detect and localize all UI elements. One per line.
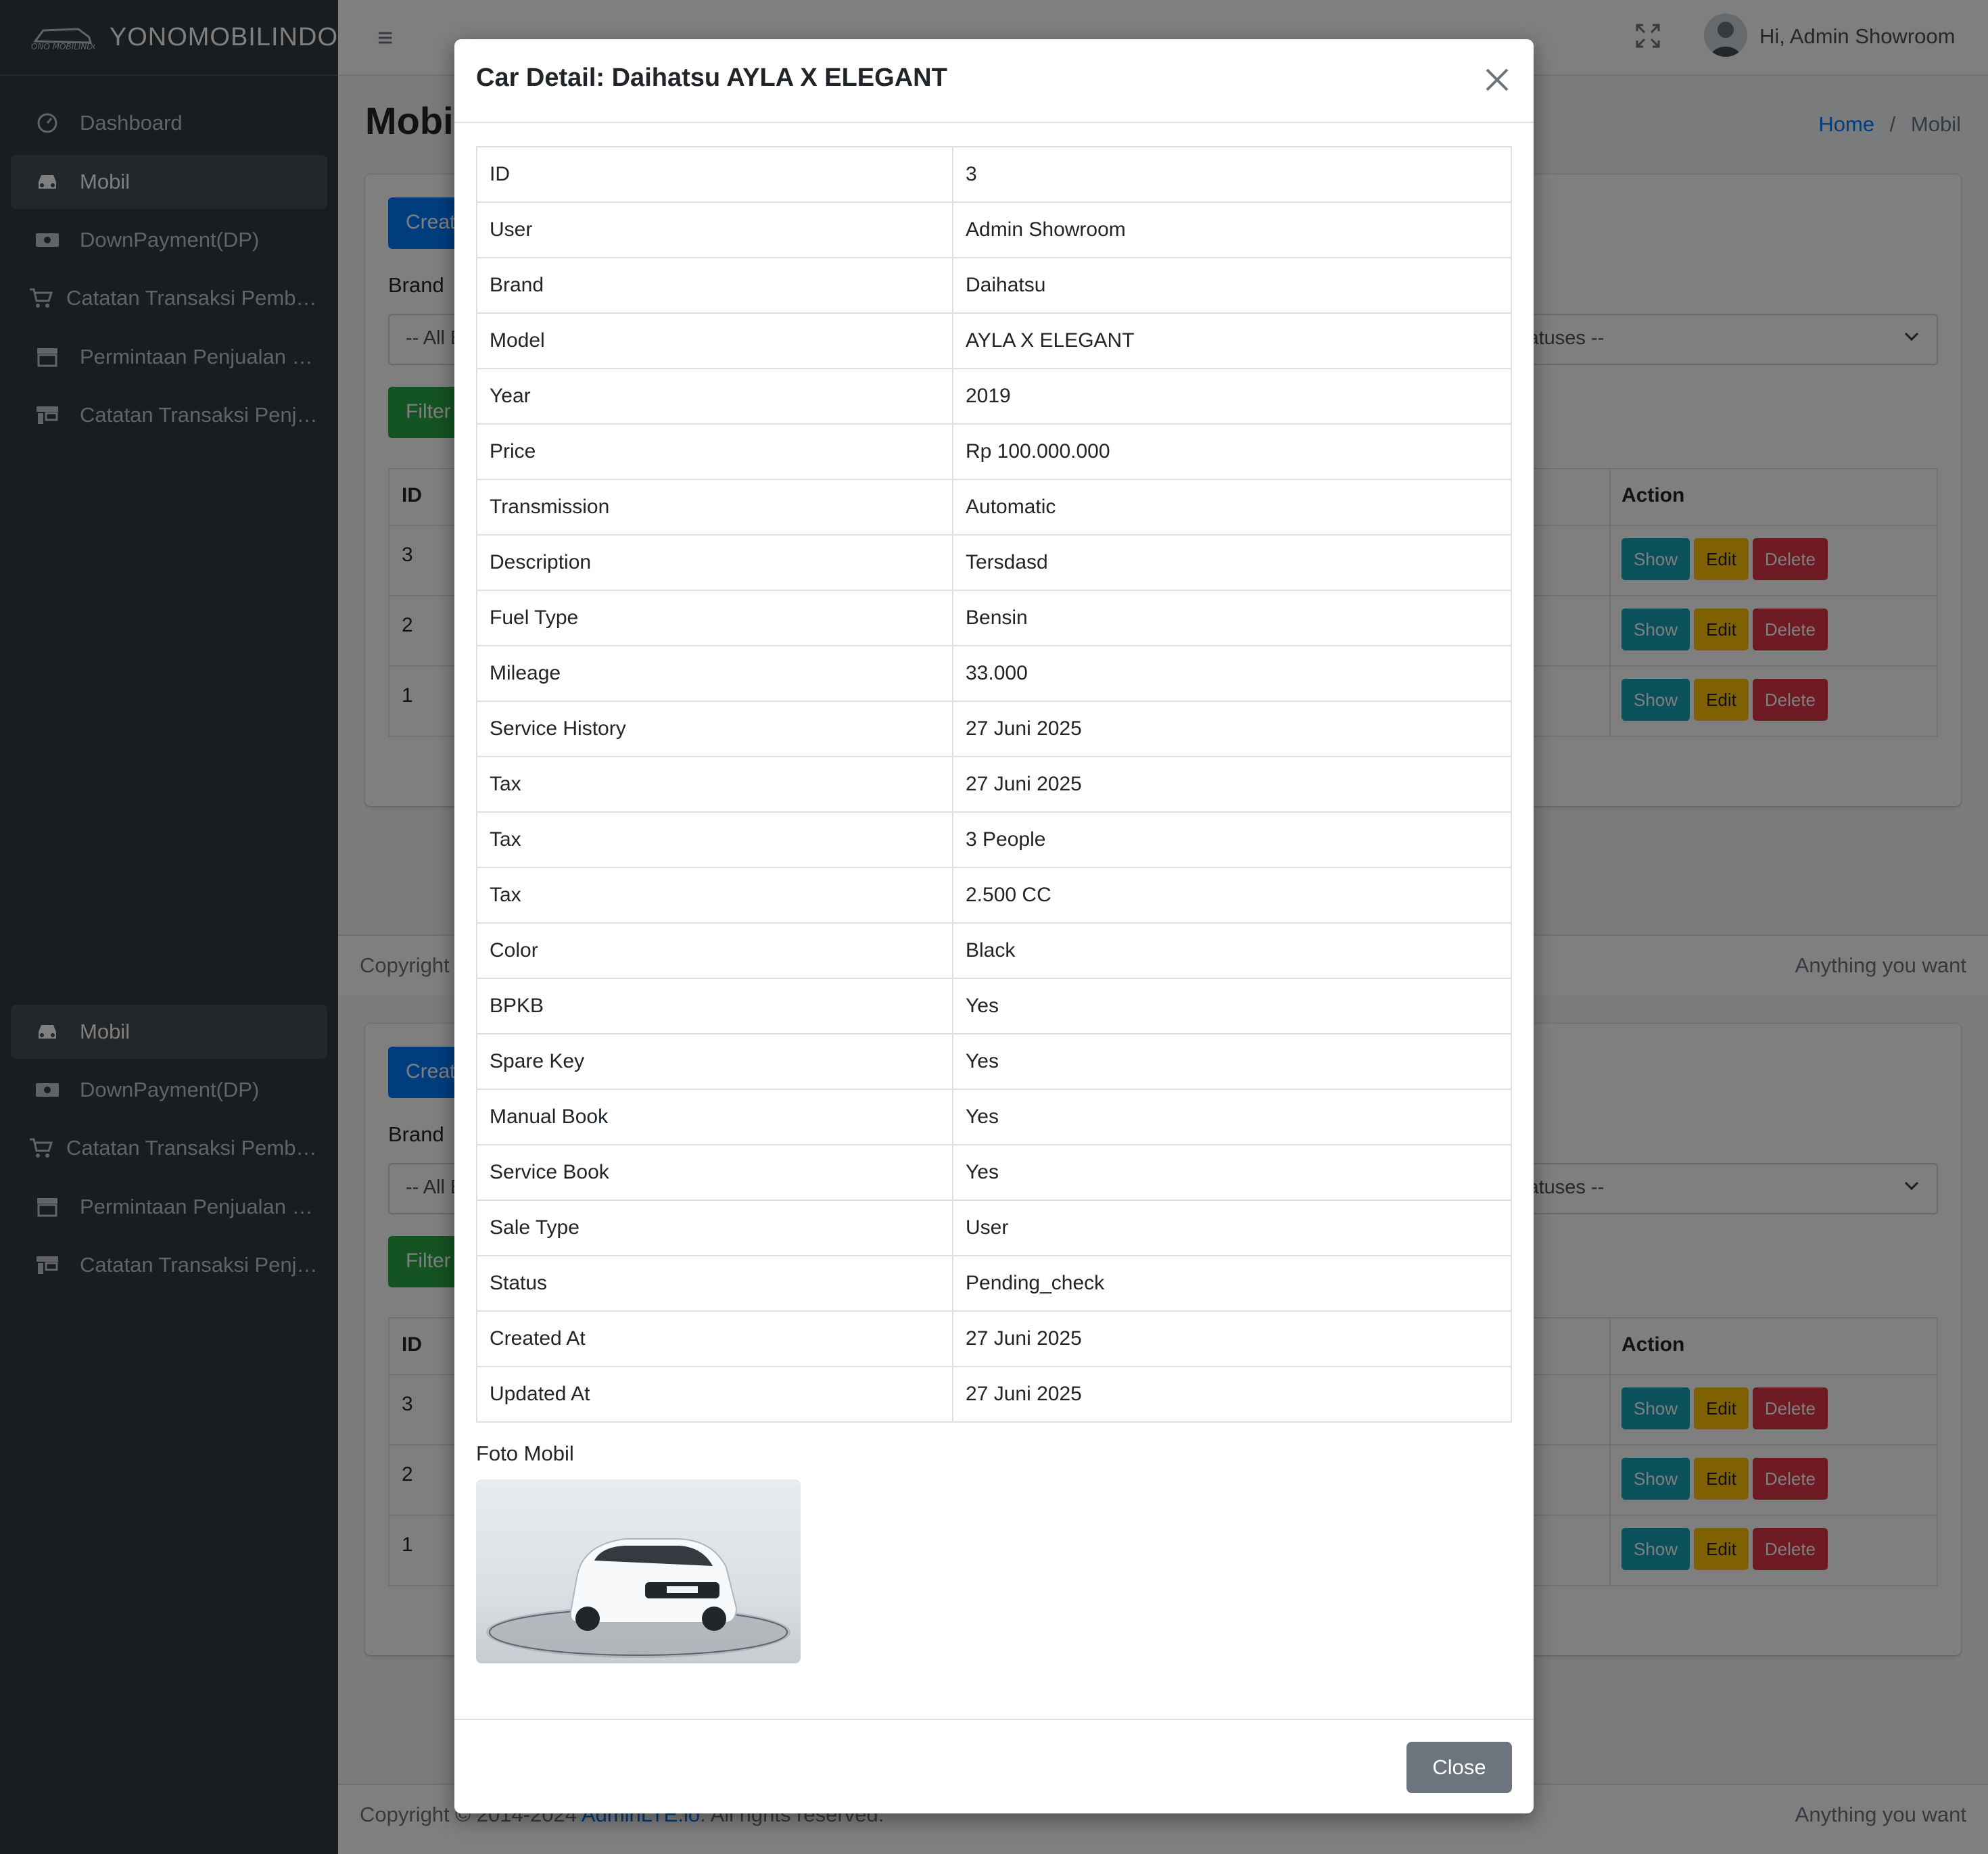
detail-row: Status Pending_check	[476, 1255, 1512, 1312]
detail-row: Created At 27 Juni 2025	[476, 1310, 1512, 1367]
detail-value: 27 Juni 2025	[952, 756, 1512, 813]
detail-key: Fuel Type	[476, 590, 953, 646]
detail-key: Status	[476, 1255, 953, 1312]
car-detail-table: ID 3 User Admin Showroom Brand Daihatsu Model A…	[476, 146, 1512, 1423]
detail-value: 2019	[952, 368, 1512, 425]
detail-value: Bensin	[952, 590, 1512, 646]
detail-row: User Admin Showroom	[476, 201, 1512, 258]
close-button[interactable]: Close	[1406, 1742, 1512, 1793]
detail-key: Price	[476, 423, 953, 480]
detail-row: BPKB Yes	[476, 978, 1512, 1035]
detail-value: User	[952, 1199, 1512, 1256]
detail-value: Pending_check	[952, 1255, 1512, 1312]
detail-key: Description	[476, 534, 953, 591]
car-detail-modal: Car Detail: Daihatsu AYLA X ELEGANT ID 3 U…	[454, 39, 1534, 1813]
detail-key: Updated At	[476, 1366, 953, 1423]
detail-key: Color	[476, 922, 953, 979]
detail-value: Rp 100.000.000	[952, 423, 1512, 480]
detail-value: 2.500 CC	[952, 867, 1512, 924]
close-icon[interactable]	[1477, 60, 1517, 100]
detail-key: Manual Book	[476, 1089, 953, 1145]
detail-value: Yes	[952, 1089, 1512, 1145]
detail-row: Spare Key Yes	[476, 1033, 1512, 1090]
detail-value: Yes	[952, 1144, 1512, 1201]
detail-key: Tax	[476, 756, 953, 813]
detail-value: AYLA X ELEGANT	[952, 312, 1512, 369]
detail-value: Yes	[952, 978, 1512, 1035]
detail-row: Service History 27 Juni 2025	[476, 700, 1512, 757]
detail-key: User	[476, 201, 953, 258]
detail-key: Service Book	[476, 1144, 953, 1201]
detail-key: Sale Type	[476, 1199, 953, 1256]
detail-row: Tax 3 People	[476, 811, 1512, 868]
detail-row: Fuel Type Bensin	[476, 590, 1512, 646]
detail-value: 27 Juni 2025	[952, 1366, 1512, 1423]
detail-row: Mileage 33.000	[476, 645, 1512, 702]
detail-row: Price Rp 100.000.000	[476, 423, 1512, 480]
detail-row: Tax 27 Juni 2025	[476, 756, 1512, 813]
modal-footer: Close	[454, 1719, 1534, 1813]
detail-key: Model	[476, 312, 953, 369]
detail-row: Brand Daihatsu	[476, 257, 1512, 314]
detail-key: BPKB	[476, 978, 953, 1035]
detail-row: Transmission Automatic	[476, 479, 1512, 536]
detail-value: 3	[952, 146, 1512, 203]
detail-value: 3 People	[952, 811, 1512, 868]
detail-key: Year	[476, 368, 953, 425]
detail-value: 27 Juni 2025	[952, 1310, 1512, 1367]
photo-label: Foto Mobil	[476, 1442, 574, 1465]
detail-row: Service Book Yes	[476, 1144, 1512, 1201]
detail-row: Manual Book Yes	[476, 1089, 1512, 1145]
detail-row: Description Tersdasd	[476, 534, 1512, 591]
detail-key: Created At	[476, 1310, 953, 1367]
detail-key: Mileage	[476, 645, 953, 702]
detail-key: Brand	[476, 257, 953, 314]
detail-row: Tax 2.500 CC	[476, 867, 1512, 924]
detail-key: Tax	[476, 867, 953, 924]
detail-row: ID 3	[476, 146, 1512, 203]
detail-key: Tax	[476, 811, 953, 868]
detail-value: Black	[952, 922, 1512, 979]
detail-value: Tersdasd	[952, 534, 1512, 591]
detail-row: Sale Type User	[476, 1199, 1512, 1256]
detail-key: Transmission	[476, 479, 953, 536]
modal-header: Car Detail: Daihatsu AYLA X ELEGANT	[454, 39, 1534, 123]
detail-value: Daihatsu	[952, 257, 1512, 314]
detail-row: Color Black	[476, 922, 1512, 979]
car-photo	[476, 1479, 801, 1663]
detail-row: Model AYLA X ELEGANT	[476, 312, 1512, 369]
detail-row: Year 2019	[476, 368, 1512, 425]
detail-value: Yes	[952, 1033, 1512, 1090]
detail-key: ID	[476, 146, 953, 203]
detail-value: 27 Juni 2025	[952, 700, 1512, 757]
detail-value: Automatic	[952, 479, 1512, 536]
detail-value: 33.000	[952, 645, 1512, 702]
detail-value: Admin Showroom	[952, 201, 1512, 258]
detail-row: Updated At 27 Juni 2025	[476, 1366, 1512, 1423]
modal-title: Car Detail: Daihatsu AYLA X ELEGANT	[476, 64, 947, 92]
detail-key: Spare Key	[476, 1033, 953, 1090]
detail-key: Service History	[476, 700, 953, 757]
